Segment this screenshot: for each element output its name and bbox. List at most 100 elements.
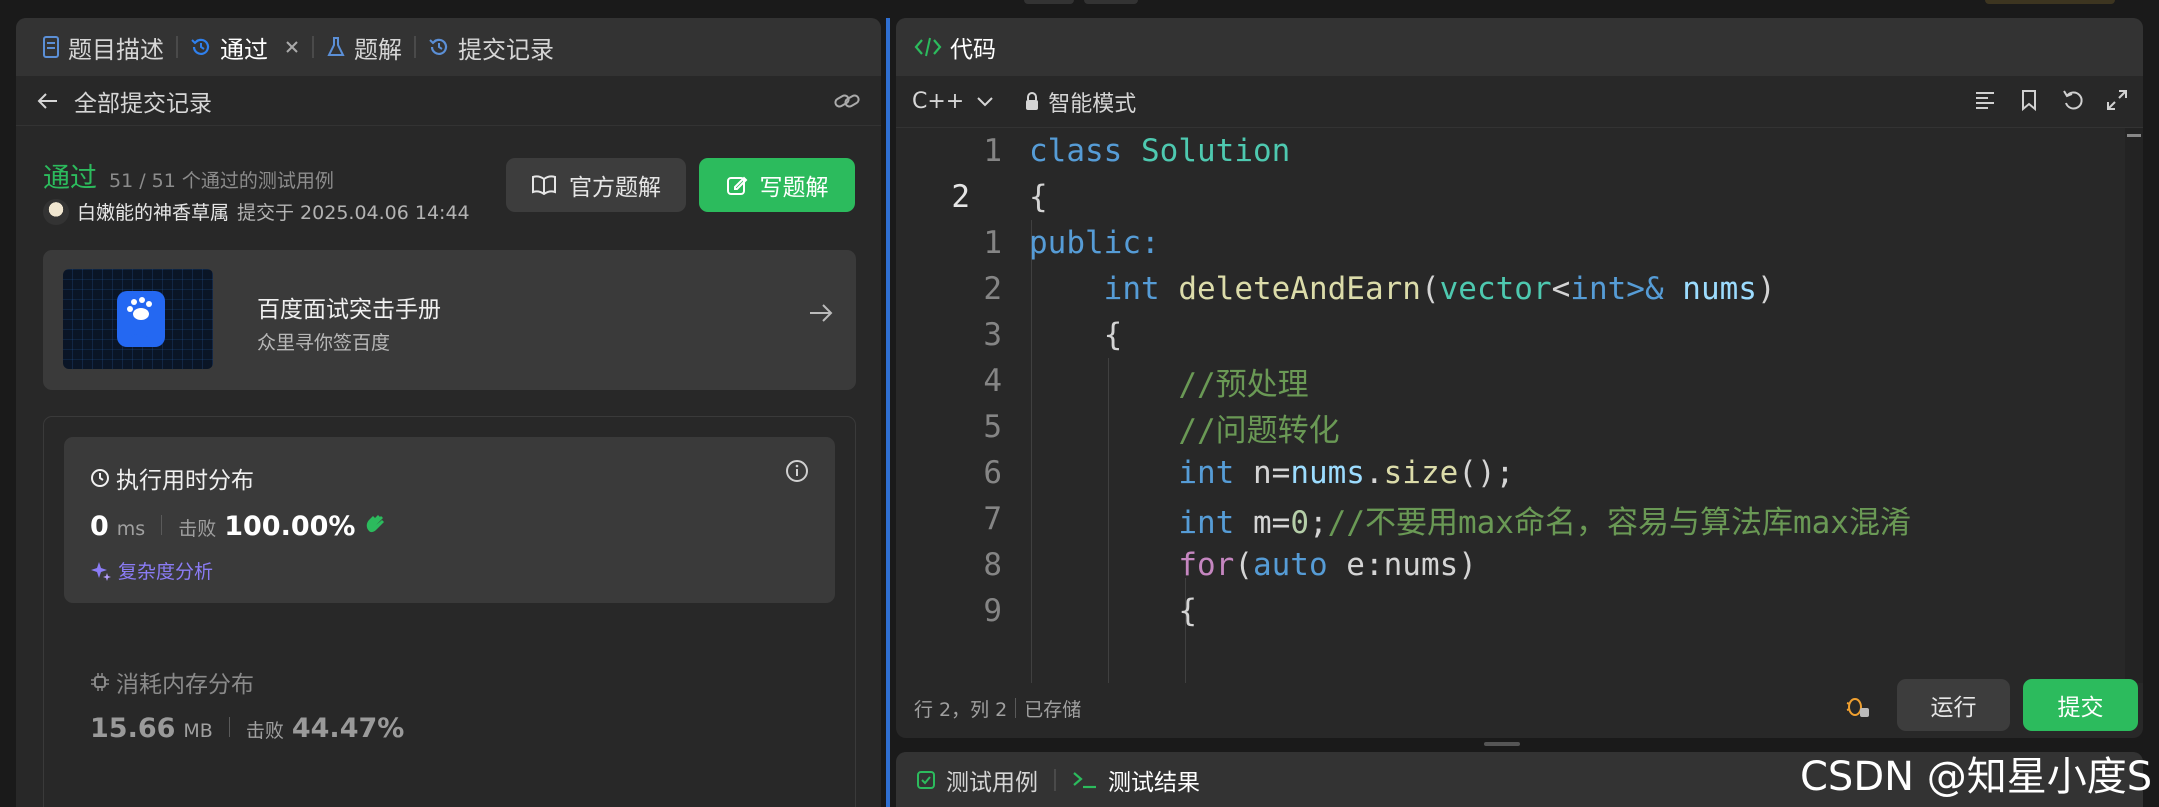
tab-description[interactable]: 题目描述 <box>36 30 170 65</box>
runtime-value: 0 <box>90 511 109 542</box>
bookmark-icon[interactable] <box>2017 88 2041 112</box>
code-token: 0 <box>1290 504 1309 541</box>
line-number-current: 2 <box>951 179 970 215</box>
official-solution-button[interactable]: 官方题解 <box>506 158 686 212</box>
tab-solutions[interactable]: 题解 <box>320 30 408 65</box>
top-edge-fragment <box>1084 0 1138 4</box>
memory-beat-label: 击败 <box>245 720 284 742</box>
memory-unit: MB <box>183 720 213 742</box>
avatar[interactable] <box>43 198 69 225</box>
arrow-right-icon <box>810 304 833 322</box>
code-line: 1 public: <box>896 220 1159 266</box>
write-solution-button[interactable]: 写题解 <box>699 158 855 212</box>
reset-icon[interactable] <box>2061 88 2085 112</box>
status-accepted: 通过 <box>43 163 97 194</box>
code-line-current: 2 { <box>896 174 1047 220</box>
editor-tools <box>1973 88 2129 112</box>
code-line: 1 class Solution <box>896 128 1290 174</box>
official-solution-label: 官方题解 <box>569 175 661 201</box>
code-token: { <box>1103 317 1123 353</box>
terminal-icon <box>1073 772 1096 789</box>
tab-solutions-label: 题解 <box>354 35 402 64</box>
history-icon <box>191 38 210 55</box>
line-number: 3 <box>983 317 1002 353</box>
user-name[interactable]: 白嫩能的神香草属 <box>77 198 229 225</box>
code-line: 4 //预处理 <box>896 358 1308 404</box>
code-token: int <box>1570 271 1627 307</box>
chevron-down-icon[interactable] <box>976 96 994 108</box>
complexity-label: 复杂度分析 <box>118 561 214 583</box>
code-token: >& <box>1626 271 1664 307</box>
clock-icon <box>91 469 109 487</box>
submit-button[interactable]: 提交 <box>2023 679 2138 731</box>
line-number: 5 <box>983 409 1002 445</box>
chip-icon <box>91 673 109 691</box>
runtime-title: 执行用时分布 <box>90 461 254 495</box>
line-number: 1 <box>983 225 1002 261</box>
code-token: class <box>1029 133 1123 169</box>
debug-icon[interactable] <box>1844 693 1870 719</box>
line-number: 4 <box>983 363 1002 399</box>
link-icon[interactable] <box>833 91 861 111</box>
vertical-resize-handle[interactable] <box>1484 742 1520 746</box>
code-token: nums <box>1290 455 1365 491</box>
all-submissions-link[interactable]: 全部提交记录 <box>74 84 212 118</box>
ad-card[interactable]: du 百度面试突击手册 众里寻你签百度 <box>43 250 856 390</box>
complexity-analysis-link[interactable]: 复杂度分析 <box>90 557 213 584</box>
memory-value: 15.66 <box>90 713 176 744</box>
smart-mode-label[interactable]: 智能模式 <box>1048 86 1136 118</box>
tab-testcases[interactable]: 测试用例 <box>946 763 1038 797</box>
code-toolbar: C++ 智能模式 <box>896 76 2143 128</box>
runtime-title-label: 执行用时分布 <box>116 468 254 494</box>
code-tab-label[interactable]: 代码 <box>950 30 996 64</box>
csdn-watermark: CSDN @知星小度S <box>1800 754 2153 800</box>
code-token: Solution <box>1141 133 1291 169</box>
code-tabbar: 代码 <box>896 18 2143 76</box>
run-button[interactable]: 运行 <box>1897 679 2010 731</box>
tab-test-results[interactable]: 测试结果 <box>1108 763 1200 797</box>
line-number: 8 <box>983 547 1002 583</box>
info-icon[interactable] <box>785 459 809 483</box>
tab-divider <box>414 36 416 58</box>
back-arrow-icon[interactable] <box>36 91 60 111</box>
code-token: nums <box>1682 271 1757 307</box>
memory-title[interactable]: 消耗内存分布 <box>90 665 254 699</box>
tab-divider <box>312 36 314 58</box>
sparkle-icon <box>91 561 111 581</box>
code-line: 8 for(auto e:nums) <box>896 542 1477 588</box>
tab-accepted[interactable]: 通过 <box>184 30 306 65</box>
ad-subtitle: 众里寻你签百度 <box>257 332 391 354</box>
checkbox-icon <box>917 771 935 789</box>
code-token: ) <box>1756 271 1776 307</box>
code-line: 5 //问题转化 <box>896 404 1339 450</box>
expand-icon[interactable] <box>2105 88 2129 112</box>
code-token: ( <box>1420 271 1440 307</box>
code-token: ; <box>1308 504 1328 541</box>
line-number: 1 <box>983 133 1002 169</box>
code-line: 6 int n=nums.size(); <box>896 450 1514 496</box>
ad-title: 百度面试突击手册 <box>257 297 441 323</box>
flask-icon <box>327 37 345 56</box>
close-icon[interactable] <box>284 39 300 55</box>
code-token: auto <box>1252 547 1328 583</box>
code-token: for <box>1178 547 1235 583</box>
runtime-card[interactable]: 执行用时分布 0 ms 击败 100.00% 复杂度分析 <box>64 437 835 603</box>
line-number: 2 <box>983 271 1002 307</box>
tab-submissions[interactable]: 提交记录 <box>422 30 560 65</box>
line-number: 7 <box>983 501 1002 537</box>
stats-container: 执行用时分布 0 ms 击败 100.00% 复杂度分析 消耗内存分布 15.6… <box>43 416 856 807</box>
format-icon[interactable] <box>1973 88 1997 112</box>
memory-title-label: 消耗内存分布 <box>116 672 254 698</box>
write-solution-label: 写题解 <box>759 175 829 201</box>
code-token: < <box>1551 271 1571 307</box>
submitter-row: 白嫩能的神香草属 提交于 2025.04.06 14:44 <box>43 198 470 225</box>
testcase-count: 51 / 51 个通过的测试用例 <box>109 170 334 192</box>
code-editor[interactable]: 1 class Solution 2 { 1 public: 2 int del… <box>896 128 2126 683</box>
code-token: size <box>1383 455 1459 491</box>
language-select[interactable]: C++ <box>912 89 964 114</box>
code-token: m= <box>1234 504 1291 541</box>
code-line: 3 { <box>896 312 1122 358</box>
memory-beat-value: 44.47% <box>291 713 405 744</box>
editor-scrollbar[interactable] <box>2125 128 2143 683</box>
panel-resize-divider[interactable] <box>886 18 890 807</box>
